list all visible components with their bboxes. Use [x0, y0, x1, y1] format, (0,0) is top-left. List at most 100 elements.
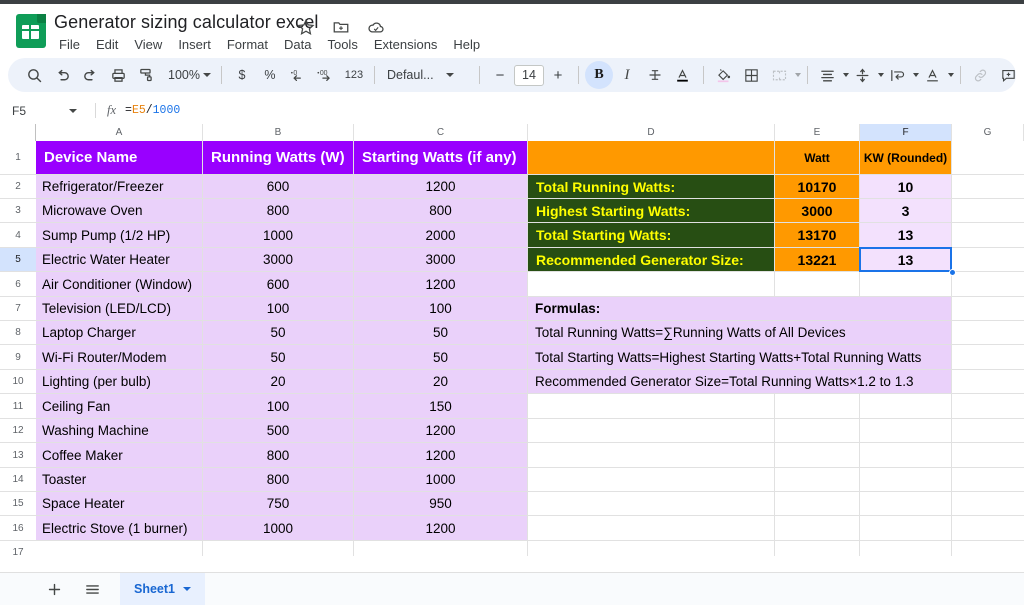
row-header-9[interactable]: 9: [0, 345, 36, 370]
row-header-15[interactable]: 15: [0, 492, 36, 516]
cell-D8-formula[interactable]: Total Running Watts=∑Running Watts of Al…: [528, 321, 951, 344]
add-sheet-icon[interactable]: [40, 575, 68, 603]
cloud-saved-icon[interactable]: [367, 18, 385, 36]
cell-B15[interactable]: 750: [203, 492, 353, 515]
cell-F5[interactable]: 13: [860, 248, 951, 271]
column-header-a[interactable]: A: [36, 124, 203, 141]
cell-E5[interactable]: 13221: [775, 248, 859, 271]
cell-D3[interactable]: Highest Starting Watts:: [528, 199, 774, 222]
cell-D5[interactable]: Recommended Generator Size:: [528, 248, 774, 271]
row-header-14[interactable]: 14: [0, 468, 36, 492]
cell-C13[interactable]: 1200: [354, 443, 527, 467]
cell-C10[interactable]: 20: [354, 370, 527, 393]
cell-B5[interactable]: 3000: [203, 248, 353, 271]
cell-B9[interactable]: 50: [203, 345, 353, 369]
cell-E2[interactable]: 10170: [775, 175, 859, 198]
insert-comment-icon[interactable]: [995, 61, 1023, 89]
cell-B11[interactable]: 100: [203, 394, 353, 418]
percent-format-button[interactable]: %: [256, 61, 284, 89]
cell-A15[interactable]: Space Heater: [36, 492, 202, 515]
cell-A1[interactable]: Device Name: [36, 141, 202, 174]
column-header-f[interactable]: F: [860, 124, 952, 141]
cell-A13[interactable]: Coffee Maker: [36, 443, 202, 467]
row-header-6[interactable]: 6: [0, 272, 36, 297]
column-header-c[interactable]: C: [354, 124, 528, 141]
borders-icon[interactable]: [738, 61, 766, 89]
cell-A6[interactable]: Air Conditioner (Window): [36, 272, 202, 296]
cell-A4[interactable]: Sump Pump (1/2 HP): [36, 223, 202, 247]
row-header-1[interactable]: 1: [0, 141, 36, 175]
cell-A3[interactable]: Microwave Oven: [36, 199, 202, 222]
font-size-input[interactable]: 14: [514, 65, 544, 86]
cell-A9[interactable]: Wi-Fi Router/Modem: [36, 345, 202, 369]
star-icon[interactable]: [297, 18, 315, 36]
vertical-align-icon[interactable]: [849, 61, 877, 89]
row-header-13[interactable]: 13: [0, 443, 36, 468]
paint-format-icon[interactable]: [132, 61, 160, 89]
cell-C3[interactable]: 800: [354, 199, 527, 222]
horizontal-align-icon[interactable]: [814, 61, 842, 89]
italic-button[interactable]: I: [613, 61, 641, 89]
cell-D4[interactable]: Total Starting Watts:: [528, 223, 774, 247]
redo-icon[interactable]: [76, 61, 104, 89]
merge-cells-icon[interactable]: [766, 61, 794, 89]
document-title[interactable]: Generator sizing calculator excel: [54, 12, 318, 33]
chevron-down-icon[interactable]: [69, 109, 77, 113]
google-sheets-icon[interactable]: [16, 14, 46, 48]
menu-help[interactable]: Help: [445, 35, 488, 54]
all-sheets-menu-icon[interactable]: [78, 575, 106, 603]
horizontal-scrollbar-track[interactable]: [0, 556, 1024, 572]
cell-E3[interactable]: 3000: [775, 199, 859, 222]
select-all-corner[interactable]: [0, 124, 36, 141]
currency-format-button[interactable]: $: [228, 61, 256, 89]
cell-C11[interactable]: 150: [354, 394, 527, 418]
menu-tools[interactable]: Tools: [319, 35, 365, 54]
cell-D9-formula[interactable]: Total Starting Watts=Highest Starting Wa…: [528, 345, 951, 369]
cell-A8[interactable]: Laptop Charger: [36, 321, 202, 344]
row-header-12[interactable]: 12: [0, 419, 36, 443]
row-header-8[interactable]: 8: [0, 321, 36, 345]
menu-view[interactable]: View: [126, 35, 170, 54]
cell-F1[interactable]: KW (Rounded): [860, 141, 951, 174]
text-rotation-icon[interactable]: [919, 61, 947, 89]
move-to-folder-icon[interactable]: [332, 18, 350, 36]
insert-link-icon[interactable]: [967, 61, 995, 89]
cell-B4[interactable]: 1000: [203, 223, 353, 247]
row-header-10[interactable]: 10: [0, 370, 36, 394]
row-header-11[interactable]: 11: [0, 394, 36, 419]
cell-C5[interactable]: 3000: [354, 248, 527, 271]
increase-decimal-button[interactable]: 00: [312, 61, 340, 89]
column-header-d[interactable]: D: [528, 124, 775, 141]
cell-E1[interactable]: Watt: [775, 141, 859, 174]
cell-A14[interactable]: Toaster: [36, 468, 202, 491]
cell-C4[interactable]: 2000: [354, 223, 527, 247]
cell-F4[interactable]: 13: [860, 223, 951, 247]
menu-format[interactable]: Format: [219, 35, 276, 54]
chevron-down-icon[interactable]: [795, 73, 801, 77]
cell-D10-formula[interactable]: Recommended Generator Size=Total Running…: [528, 370, 951, 393]
menu-insert[interactable]: Insert: [170, 35, 219, 54]
cell-A7[interactable]: Television (LED/LCD): [36, 297, 202, 320]
column-header-b[interactable]: B: [203, 124, 354, 141]
cell-E4[interactable]: 13170: [775, 223, 859, 247]
bold-button[interactable]: B: [585, 61, 613, 89]
font-family-selector[interactable]: Defaul...: [381, 68, 473, 82]
cell-B1[interactable]: Running Watts (W): [203, 141, 353, 174]
text-wrapping-icon[interactable]: [884, 61, 912, 89]
undo-icon[interactable]: [48, 61, 76, 89]
cell-C12[interactable]: 1200: [354, 419, 527, 442]
more-formats-button[interactable]: 123: [340, 61, 368, 89]
zoom-control[interactable]: 100%: [160, 68, 215, 82]
cell-C7[interactable]: 100: [354, 297, 527, 320]
cell-D7-formulas-title[interactable]: Formulas:: [528, 297, 951, 320]
fill-handle[interactable]: [949, 269, 956, 276]
cell-B3[interactable]: 800: [203, 199, 353, 222]
cell-A10[interactable]: Lighting (per bulb): [36, 370, 202, 393]
cell-C14[interactable]: 1000: [354, 468, 527, 491]
menu-edit[interactable]: Edit: [88, 35, 126, 54]
column-header-e[interactable]: E: [775, 124, 860, 141]
cell-C1[interactable]: Starting Watts (if any): [354, 141, 527, 174]
cell-C2[interactable]: 1200: [354, 175, 527, 198]
strikethrough-icon[interactable]: [641, 61, 669, 89]
row-header-17[interactable]: 17: [0, 541, 36, 556]
